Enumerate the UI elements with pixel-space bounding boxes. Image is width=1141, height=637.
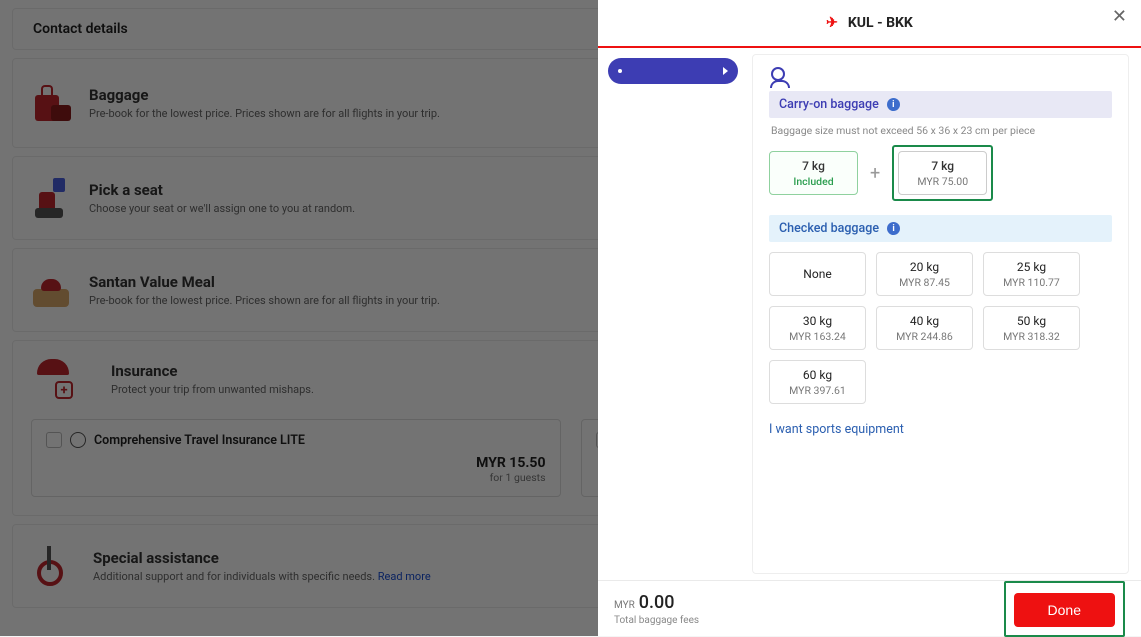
- carry-size-note: Baggage size must not exceed 56 x 36 x 2…: [771, 124, 1112, 137]
- highlight-done: Done: [1004, 581, 1125, 637]
- person-icon: [771, 67, 785, 81]
- passenger-pill[interactable]: [608, 58, 738, 84]
- chevron-right-icon: [723, 67, 728, 75]
- highlight-7kg-paid: 7 kg MYR 75.00: [892, 145, 993, 201]
- route-header: ✈ KUL - BKK: [598, 0, 1141, 48]
- checked-option-25kg[interactable]: 25 kgMYR 110.77: [983, 252, 1080, 296]
- insurance-card-lite[interactable]: Comprehensive Travel Insurance LITE MYR …: [31, 419, 561, 497]
- done-button[interactable]: Done: [1014, 593, 1115, 627]
- baggage-panel: Carry-on baggage i Baggage size must not…: [752, 54, 1129, 574]
- total-label: Total baggage fees: [614, 615, 699, 626]
- checked-option-60kg[interactable]: 60 kgMYR 397.61: [769, 360, 866, 404]
- total-currency: MYR: [614, 600, 635, 611]
- seat-title: Pick a seat: [89, 181, 355, 199]
- checked-option-40kg[interactable]: 40 kgMYR 244.86: [876, 306, 973, 350]
- meal-title: Santan Value Meal: [89, 273, 440, 291]
- wheelchair-icon: [31, 546, 75, 586]
- assistance-title: Special assistance: [93, 549, 431, 567]
- baggage-title: Baggage: [89, 86, 440, 104]
- globe-icon: [70, 432, 86, 448]
- carry-option-7kg-paid[interactable]: 7 kg MYR 75.00: [898, 151, 987, 195]
- baggage-drawer: ✕ ✈ KUL - BKK Carry-on baggage i Baggage…: [598, 0, 1141, 636]
- read-more-link[interactable]: Read more: [378, 570, 431, 583]
- seat-sub: Choose your seat or we'll assign one to …: [89, 202, 355, 215]
- sports-equipment-link[interactable]: I want sports equipment: [769, 422, 1112, 437]
- carry-option-included[interactable]: 7 kg Included: [769, 151, 858, 195]
- baggage-sub: Pre-book for the lowest price. Prices sh…: [89, 107, 440, 120]
- checkbox[interactable]: [46, 432, 62, 448]
- contact-title: Contact details: [33, 21, 128, 37]
- plane-icon: ✈: [826, 15, 838, 31]
- checked-option-30kg[interactable]: 30 kgMYR 163.24: [769, 306, 866, 350]
- carry-on-header: Carry-on baggage i: [769, 91, 1112, 118]
- checked-option-50kg[interactable]: 50 kgMYR 318.32: [983, 306, 1080, 350]
- total-value: 0.00: [639, 592, 675, 613]
- meal-icon: [31, 273, 71, 307]
- insurance-title: Insurance: [111, 362, 314, 380]
- assistance-sub: Additional support and for individuals w…: [93, 570, 431, 583]
- route-text: KUL - BKK: [848, 15, 913, 31]
- baggage-icon: [31, 85, 71, 121]
- info-icon[interactable]: i: [887, 222, 900, 235]
- insurance-sub: Protect your trip from unwanted mishaps.: [111, 383, 314, 396]
- insurance-lite-price: MYR 15.50: [476, 455, 545, 471]
- plus-icon: +: [870, 163, 880, 184]
- seat-icon: [31, 178, 71, 218]
- checked-baggage-header: Checked baggage i: [769, 215, 1112, 242]
- insurance-lite-name: Comprehensive Travel Insurance LITE: [94, 433, 305, 448]
- meal-sub: Pre-book for the lowest price. Prices sh…: [89, 294, 440, 307]
- info-icon[interactable]: i: [887, 98, 900, 111]
- insurance-icon: +: [31, 359, 75, 399]
- checked-option-none[interactable]: None: [769, 252, 866, 296]
- drawer-footer: MYR 0.00 Total baggage fees Done: [598, 580, 1141, 636]
- insurance-lite-per: for 1 guests: [476, 471, 545, 484]
- close-icon[interactable]: ✕: [1112, 6, 1127, 27]
- checked-option-20kg[interactable]: 20 kgMYR 87.45: [876, 252, 973, 296]
